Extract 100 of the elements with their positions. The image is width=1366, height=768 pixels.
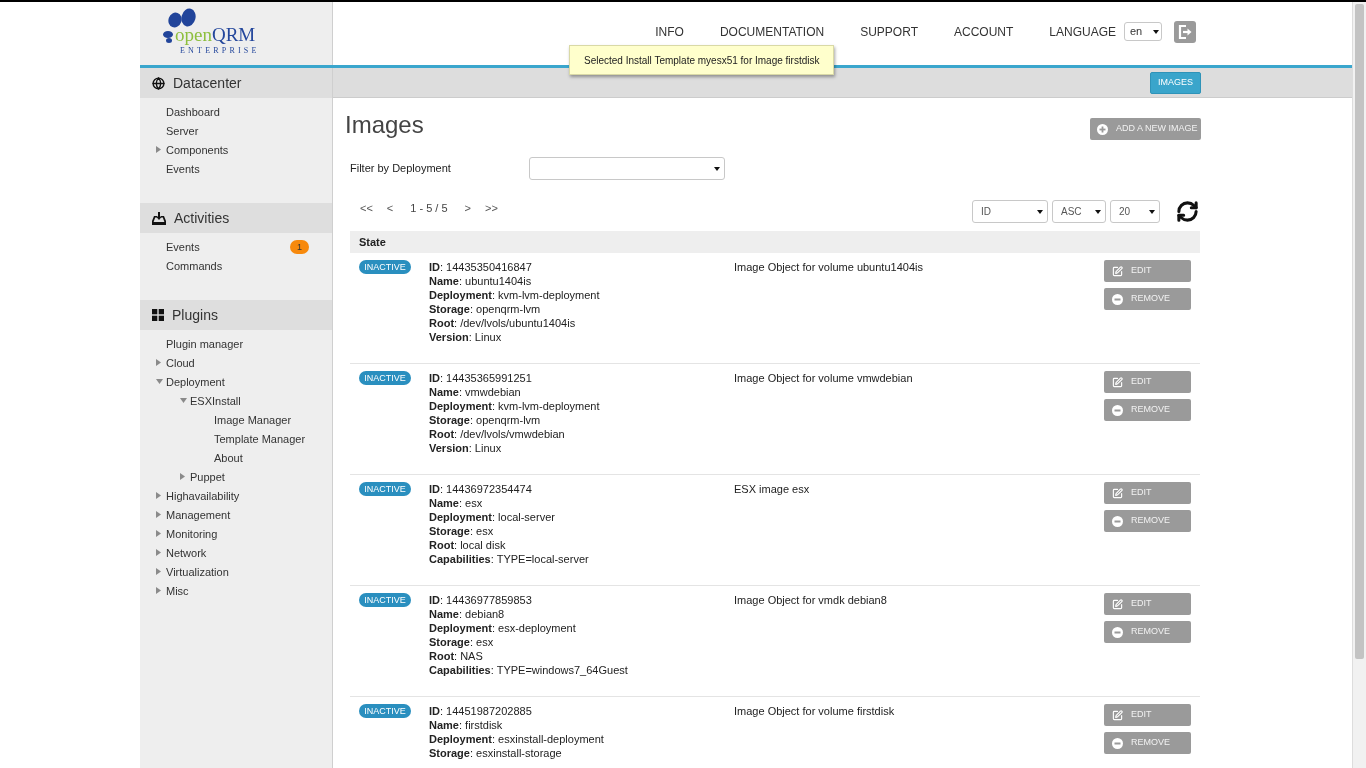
section-title: Activities: [174, 208, 230, 228]
inbox-download-icon: [152, 211, 166, 225]
detail-text: Storage: openqrm-lvm: [429, 302, 541, 316]
caret-down-icon: [1095, 209, 1101, 214]
detail-text: ID: 14436972354474: [429, 482, 532, 496]
sidebar-item[interactable]: Deployment: [166, 374, 225, 389]
logo-bubbles-icon: [167, 8, 197, 28]
detail-text: ID: 14435350416847: [429, 260, 532, 274]
refresh-icon[interactable]: [1176, 200, 1199, 223]
caret-right-icon[interactable]: [156, 146, 161, 153]
pen-square-icon: [1112, 709, 1123, 721]
caret-right-icon[interactable]: [156, 492, 161, 499]
detail-text: Name: firstdisk: [429, 718, 503, 732]
caret-right-icon[interactable]: [156, 549, 161, 556]
nav-link[interactable]: DOCUMENTATION: [719, 22, 825, 41]
grid-icon: [152, 309, 164, 321]
plus-circle-icon: [1097, 123, 1108, 135]
page-size-select[interactable]: 20: [1110, 200, 1160, 223]
caret-right-icon[interactable]: [180, 473, 185, 480]
nav-link[interactable]: ACCOUNT: [953, 22, 1014, 41]
sidebar-item[interactable]: Monitoring: [166, 526, 218, 541]
detail-text: Version: Linux: [429, 330, 502, 344]
minus-circle-icon: [1112, 626, 1123, 638]
sidebar-item[interactable]: Events: [166, 239, 200, 254]
previous-page-link[interactable]: <: [386, 201, 394, 215]
sidebar-item[interactable]: About: [214, 450, 243, 465]
page-range-text: 1 - 5 / 5: [410, 201, 448, 215]
description-text: Image Object for volume ubuntu1404is: [734, 260, 923, 274]
caret-down-icon[interactable]: [156, 379, 163, 384]
logout-icon[interactable]: [1174, 20, 1196, 43]
logo-tagline: ENTERPRISE: [180, 46, 260, 55]
sidebar-item[interactable]: Network: [166, 545, 207, 560]
sidebar-item[interactable]: Cloud: [166, 355, 195, 370]
detail-text: Root: /dev/lvols/vmwdebian: [429, 427, 565, 441]
caret-down-icon[interactable]: [180, 398, 187, 403]
sort-order-select[interactable]: ASC: [1052, 200, 1106, 223]
sidebar-item[interactable]: Template Manager: [214, 431, 306, 446]
sidebar-item[interactable]: Management: [166, 507, 231, 522]
detail-text: Name: debian8: [429, 607, 505, 621]
caret-down-icon: [1149, 209, 1155, 214]
pen-square-icon: [1112, 376, 1123, 388]
detail-text: Storage: esx: [429, 635, 494, 649]
sidebar-item[interactable]: Image Manager: [214, 412, 292, 427]
status-badge: INACTIVE: [359, 371, 411, 385]
first-page-link[interactable]: <<: [360, 201, 373, 215]
nav-link[interactable]: INFO: [655, 22, 684, 41]
scrollbar-thumb[interactable]: [1355, 4, 1364, 659]
sort-field-select[interactable]: ID: [972, 200, 1048, 223]
description-text: Image Object for volume firstdisk: [734, 704, 895, 718]
nav-link[interactable]: SUPPORT: [860, 22, 918, 41]
pen-square-icon: [1112, 265, 1123, 277]
sidebar-item[interactable]: Components: [166, 142, 229, 157]
column-header: State: [359, 234, 386, 250]
status-badge: INACTIVE: [359, 260, 411, 274]
sidebar-item[interactable]: Dashboard: [166, 104, 220, 119]
caret-right-icon[interactable]: [156, 359, 161, 366]
detail-text: Storage: esxinstall-storage: [429, 746, 562, 760]
sidebar-item[interactable]: Commands: [166, 258, 223, 273]
status-badge: INACTIVE: [359, 593, 411, 607]
last-page-link[interactable]: >>: [485, 201, 498, 215]
section-title: Plugins: [172, 305, 218, 325]
detail-text: Name: esx: [429, 496, 483, 510]
sidebar-item[interactable]: Puppet: [190, 469, 225, 484]
pen-square-icon: [1112, 598, 1123, 610]
sidebar-item[interactable]: Events: [166, 161, 200, 176]
caret-right-icon[interactable]: [156, 587, 161, 594]
sidebar-item[interactable]: Highavailability: [166, 488, 240, 503]
caret-right-icon[interactable]: [156, 568, 161, 575]
logo-wordmark: openQRM: [175, 25, 256, 44]
detail-text: Deployment: esxinstall-deployment: [429, 732, 604, 746]
caret-right-icon[interactable]: [156, 511, 161, 518]
scrollbar[interactable]: [1352, 2, 1366, 768]
caret-right-icon[interactable]: [156, 530, 161, 537]
detail-text: Deployment: kvm-lvm-deployment: [429, 288, 600, 302]
description-text: ESX image esx: [734, 482, 810, 496]
detail-text: Storage: openqrm-lvm: [429, 413, 541, 427]
sidebar-item[interactable]: Server: [166, 123, 199, 138]
caret-down-icon: [1153, 29, 1159, 34]
next-page-link[interactable]: >: [464, 201, 472, 215]
sidebar-item[interactable]: ESXInstall: [190, 393, 241, 408]
minus-circle-icon: [1112, 515, 1123, 527]
detail-text: Storage: esx: [429, 524, 494, 538]
section-title: Datacenter: [173, 73, 242, 93]
description-text: Image Object for vmdk debian8: [734, 593, 887, 607]
count-badge: 1: [290, 239, 309, 254]
sidebar-item[interactable]: Misc: [166, 583, 189, 598]
detail-text: Name: vmwdebian: [429, 385, 521, 399]
minus-circle-icon: [1112, 293, 1123, 305]
description-text: Image Object for volume vmwdebian: [734, 371, 913, 385]
detail-text: ID: 14435365991251: [429, 371, 532, 385]
language-select[interactable]: en: [1124, 22, 1162, 41]
minus-circle-icon: [1112, 404, 1123, 416]
detail-text: Root: NAS: [429, 649, 483, 663]
sidebar-item[interactable]: Plugin manager: [166, 336, 244, 351]
deployment-filter-select[interactable]: [529, 157, 725, 180]
sidebar-item[interactable]: Virtualization: [166, 564, 229, 579]
logo-dots-icon: [163, 31, 175, 43]
detail-text: Capabilities: TYPE=local-server: [429, 552, 589, 566]
detail-text: Root: /dev/lvols/ubuntu1404is: [429, 316, 576, 330]
status-badge: INACTIVE: [359, 704, 411, 718]
